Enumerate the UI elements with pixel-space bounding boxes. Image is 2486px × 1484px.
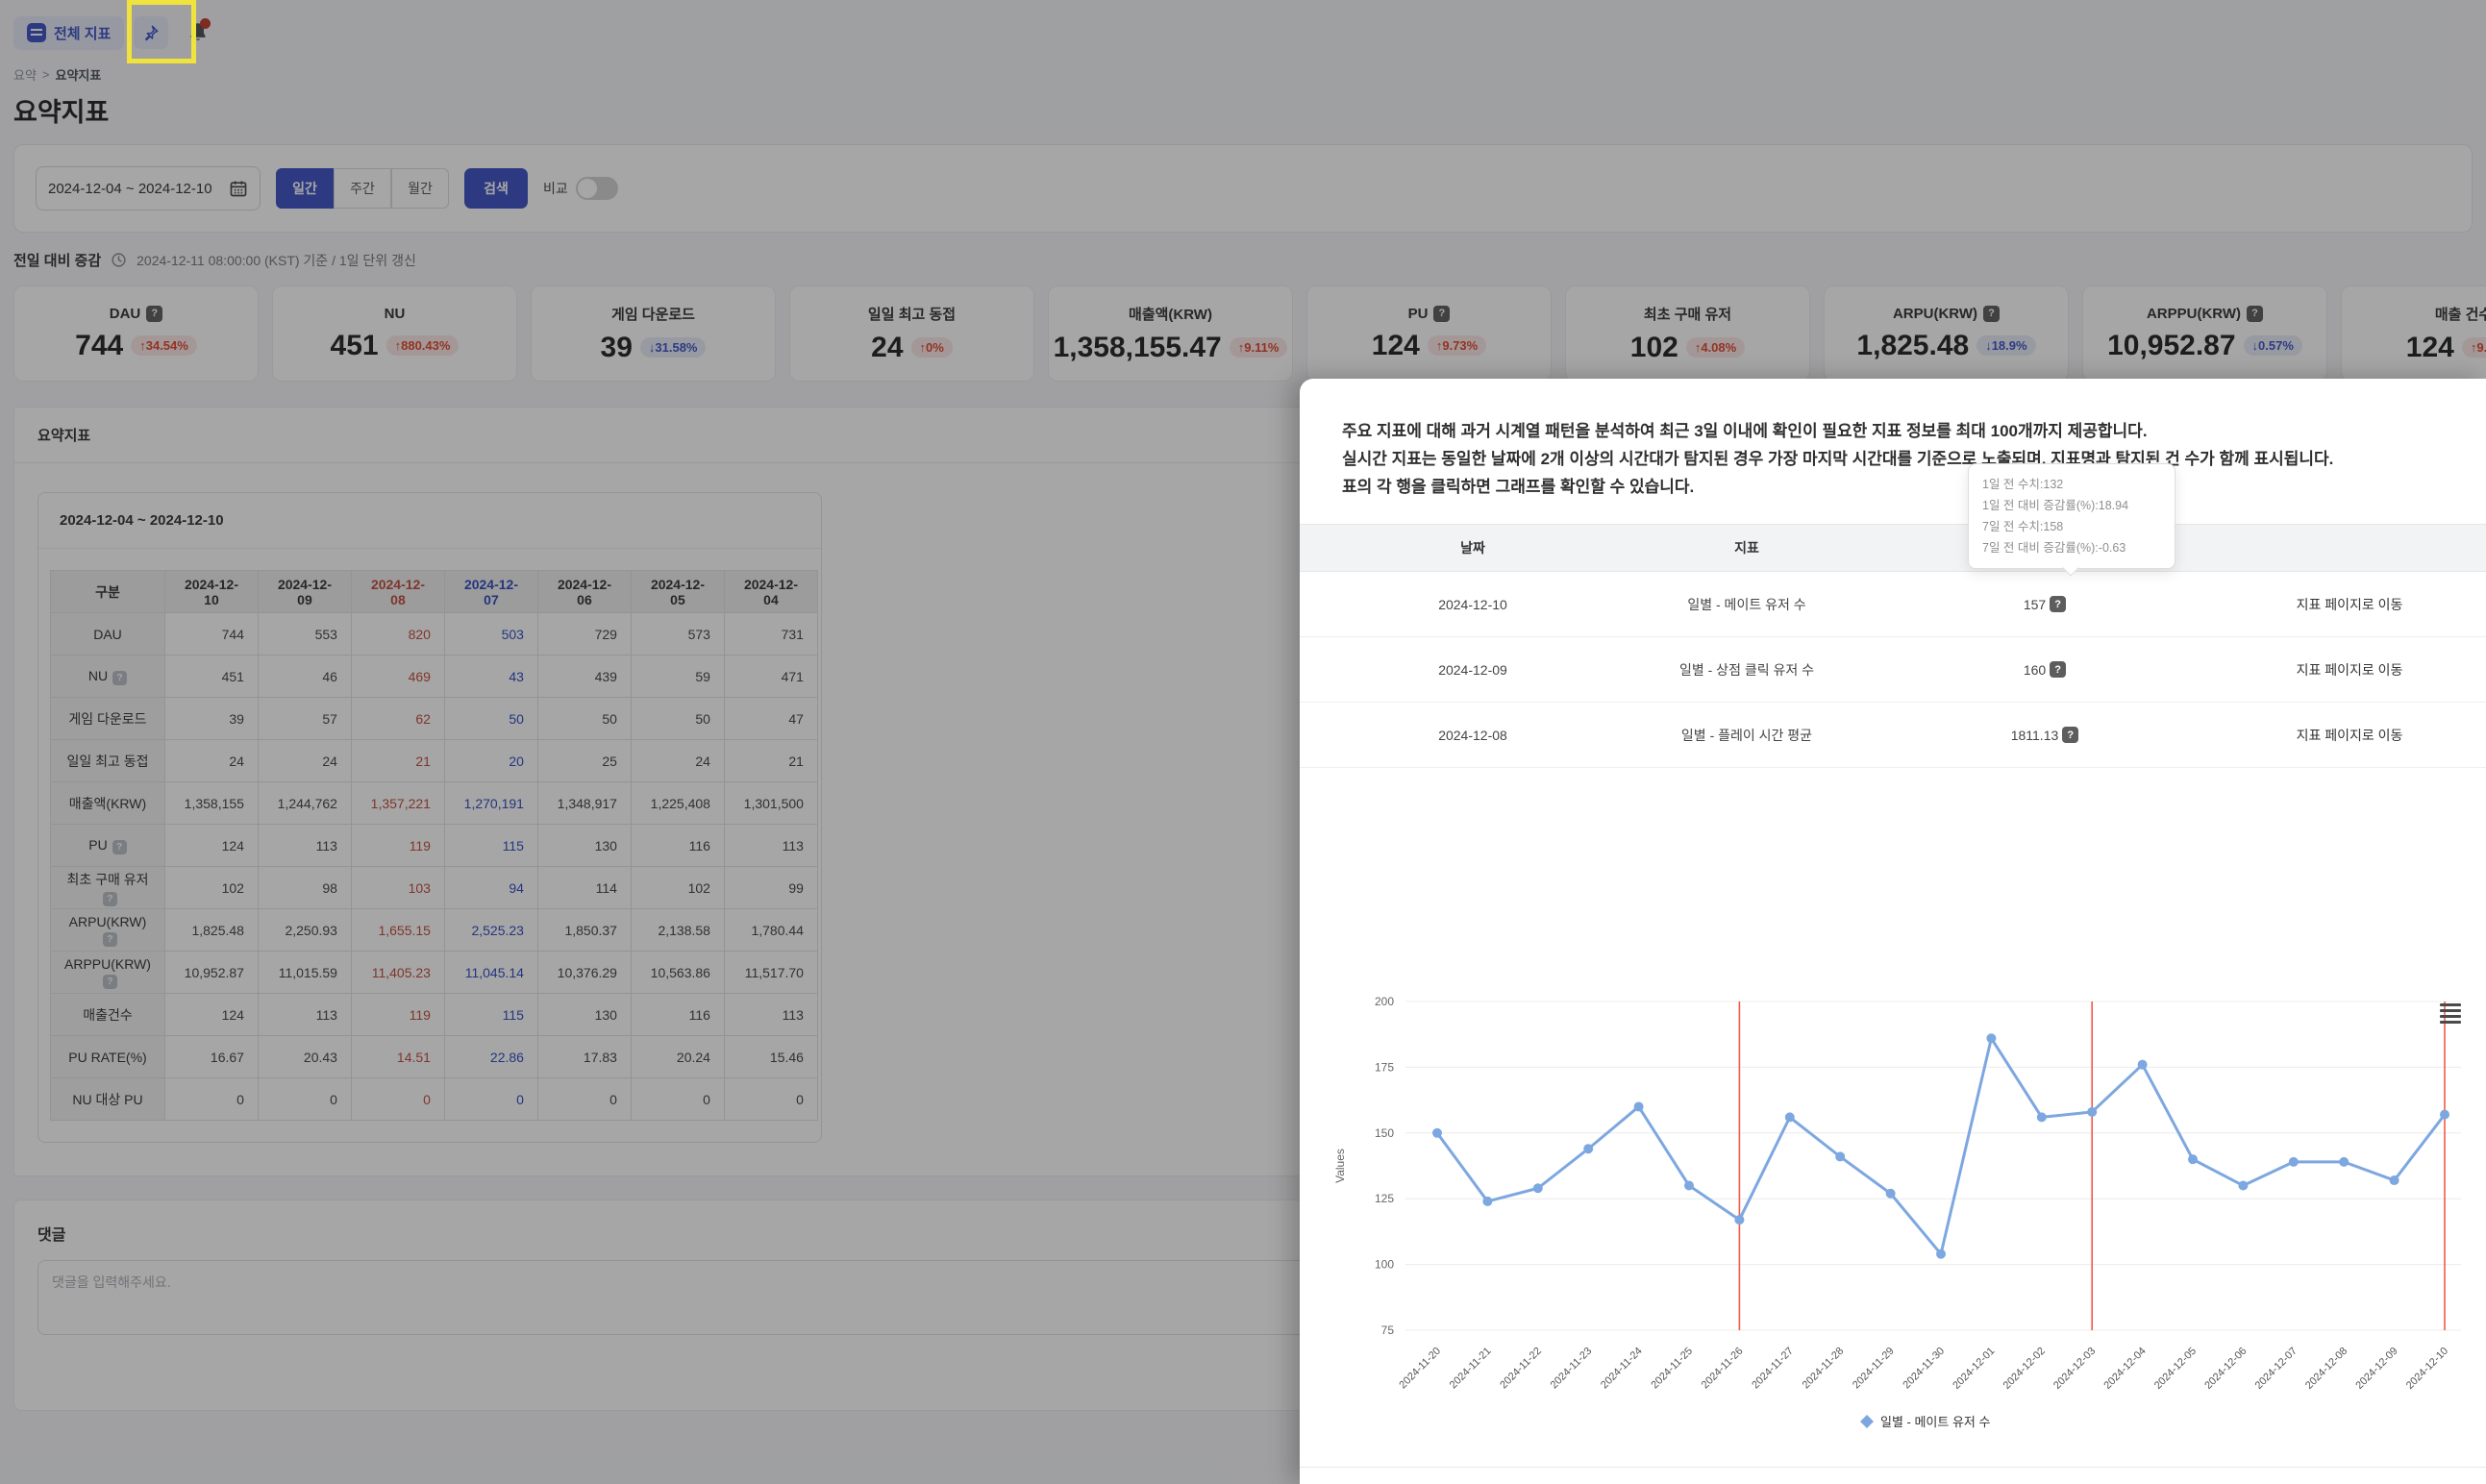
chart-menu-icon[interactable] bbox=[2440, 1003, 2461, 1024]
insight-row[interactable]: 2024-12-10 일별 - 메이트 유저 수 157? 지표 페이지로 이동 bbox=[1300, 572, 2486, 637]
insight-row-action: 지표 페이지로 이동 bbox=[2213, 660, 2486, 680]
tooltip-line: 7일 전 수치:158 bbox=[1982, 520, 2064, 533]
svg-text:100: 100 bbox=[1375, 1258, 1394, 1272]
insight-description-line: 표의 각 행을 클릭하면 그래프를 확인할 수 있습니다. bbox=[1342, 478, 1695, 496]
insight-row-metric: 일별 - 상점 클릭 유저 수 bbox=[1678, 661, 1815, 678]
data-point[interactable] bbox=[2036, 1112, 2047, 1123]
value-number: 1811.13 bbox=[2010, 727, 2059, 743]
data-point[interactable] bbox=[1986, 1033, 1997, 1044]
insight-panel: 주요 지표에 대해 과거 시계열 패턴을 분석하여 최근 3일 이내에 확인이 … bbox=[1300, 379, 2486, 1484]
x-axis-label: 2024-12-10 bbox=[2404, 1346, 2450, 1392]
insight-col-date: 날짜 bbox=[1460, 540, 1485, 556]
insight-row-metric: 일별 - 플레이 시간 평균 bbox=[1680, 727, 1813, 743]
x-axis-label: 2024-12-08 bbox=[2303, 1346, 2349, 1392]
svg-text:Values: Values bbox=[1333, 1149, 1347, 1183]
data-point[interactable] bbox=[1835, 1151, 1846, 1162]
x-axis-label: 2024-12-05 bbox=[2152, 1346, 2199, 1392]
insight-row-value-cell: 160? bbox=[1877, 661, 2213, 678]
x-axis-label: 2024-11-29 bbox=[1851, 1346, 1897, 1392]
data-point[interactable] bbox=[1885, 1188, 1896, 1199]
data-point[interactable] bbox=[2087, 1106, 2098, 1117]
trend-chart-svg: 75100125150175200Values2024-11-20 2024-11… bbox=[1333, 995, 2461, 1429]
insight-row-date: 2024-12-08 bbox=[1438, 727, 1507, 743]
x-axis-label: 2024-12-07 bbox=[2253, 1346, 2300, 1392]
insight-description-line: 주요 지표에 대해 과거 시계열 패턴을 분석하여 최근 3일 이내에 확인이 … bbox=[1342, 422, 2148, 440]
insight-table: 날짜 지표 2024-12-10 일별 - 메이트 유저 수 157? 지표 페이지로… bbox=[1300, 524, 2486, 768]
insight-description: 주요 지표에 대해 과거 시계열 패턴을 분석하여 최근 3일 이내에 확인이 … bbox=[1300, 379, 2486, 501]
help-icon[interactable]: ? bbox=[2050, 596, 2067, 612]
insight-row-value-cell: 1811.13? bbox=[1877, 727, 2213, 743]
insight-row-value: 160? bbox=[2023, 661, 2067, 678]
data-point[interactable] bbox=[1633, 1101, 1644, 1112]
goto-metric-link[interactable]: 지표 페이지로 이동 bbox=[2297, 597, 2403, 612]
data-point[interactable] bbox=[2188, 1154, 2198, 1165]
x-axis-label: 2024-12-03 bbox=[2051, 1346, 2098, 1392]
x-axis-label: 2024-12-04 bbox=[2101, 1346, 2148, 1392]
tooltip-line: 1일 전 대비 증감률(%):18.94 bbox=[1982, 499, 2129, 512]
insight-row-value: 1811.13? bbox=[2011, 727, 2079, 743]
x-axis-label: 2024-12-06 bbox=[2202, 1346, 2249, 1392]
insight-table-header: 날짜 지표 bbox=[1300, 524, 2486, 572]
help-icon[interactable]: ? bbox=[2062, 727, 2079, 743]
data-point[interactable] bbox=[1936, 1249, 1946, 1259]
x-axis-label: 2024-11-27 bbox=[1750, 1346, 1796, 1392]
insight-row[interactable]: 2024-12-09 일별 - 상점 클릭 유저 수 160? 지표 페이지로 이동 bbox=[1300, 637, 2486, 703]
legend-label[interactable]: 일별 - 메이트 유저 수 bbox=[1880, 1415, 1990, 1429]
data-point[interactable] bbox=[1583, 1144, 1594, 1154]
insight-row-date: 2024-12-10 bbox=[1438, 596, 1507, 612]
data-point[interactable] bbox=[1432, 1127, 1442, 1138]
data-point[interactable] bbox=[2339, 1156, 2349, 1167]
data-point[interactable] bbox=[1482, 1196, 1493, 1206]
value-number: 157 bbox=[2023, 596, 2047, 612]
insight-row-value-cell: 157? bbox=[1877, 596, 2213, 612]
legend-marker bbox=[1860, 1415, 1874, 1428]
data-point[interactable] bbox=[1684, 1180, 1694, 1191]
insight-row-value: 157? bbox=[2023, 596, 2067, 612]
tooltip-line: 1일 전 수치:132 bbox=[1982, 478, 2064, 491]
data-point[interactable] bbox=[1734, 1215, 1745, 1225]
data-point[interactable] bbox=[2389, 1175, 2399, 1186]
x-axis-label: 2024-11-25 bbox=[1649, 1346, 1695, 1392]
x-axis-label: 2024-11-26 bbox=[1700, 1346, 1746, 1392]
insight-row-action: 지표 페이지로 이동 bbox=[2213, 726, 2486, 745]
trend-chart: 75 100 125 150 175 200 Values 2024-11-20 2024-11… bbox=[1329, 984, 2486, 1465]
x-axis-label: 2024-11-28 bbox=[1801, 1346, 1847, 1392]
tooltip-line: 7일 전 대비 증감률(%):-0.63 bbox=[1982, 541, 2126, 555]
x-axis-label: 2024-11-24 bbox=[1599, 1346, 1645, 1392]
help-icon[interactable]: ? bbox=[2050, 661, 2067, 678]
insight-row-date: 2024-12-09 bbox=[1438, 661, 1507, 678]
x-axis-label: 2024-12-09 bbox=[2353, 1346, 2399, 1392]
data-point[interactable] bbox=[2238, 1180, 2249, 1191]
svg-text:125: 125 bbox=[1375, 1192, 1394, 1205]
svg-text:75: 75 bbox=[1381, 1323, 1395, 1337]
value-number: 160 bbox=[2023, 661, 2047, 678]
x-axis-label: 2024-12-02 bbox=[2001, 1346, 2048, 1392]
svg-text:200: 200 bbox=[1375, 995, 1394, 1008]
goto-metric-link[interactable]: 지표 페이지로 이동 bbox=[2297, 662, 2403, 678]
value-tooltip: 1일 전 수치:132 1일 전 대비 증감률(%):18.94 7일 전 수치:1… bbox=[1968, 463, 2175, 577]
annotation-highlight-box bbox=[127, 0, 196, 63]
insight-description-line: 실시간 지표는 동일한 날짜에 2개 이상의 시간대가 탐지된 경우 가장 마지… bbox=[1342, 450, 2334, 468]
x-axis-label: 2024-11-20 bbox=[1397, 1346, 1443, 1392]
insight-row[interactable]: 2024-12-08 일별 - 플레이 시간 평균 1811.13? 지표 페이지로 … bbox=[1300, 703, 2486, 768]
data-point[interactable] bbox=[2440, 1109, 2449, 1120]
insight-row-action: 지표 페이지로 이동 bbox=[2213, 595, 2486, 614]
data-point[interactable] bbox=[1784, 1112, 1795, 1123]
goto-metric-link[interactable]: 지표 페이지로 이동 bbox=[2297, 728, 2403, 743]
svg-text:175: 175 bbox=[1375, 1060, 1394, 1074]
x-axis-label: 2024-12-01 bbox=[1951, 1346, 1997, 1392]
data-point[interactable] bbox=[2288, 1156, 2299, 1167]
x-axis-label: 2024-11-22 bbox=[1498, 1346, 1544, 1392]
x-axis-label: 2024-11-30 bbox=[1901, 1346, 1947, 1392]
svg-text:150: 150 bbox=[1375, 1126, 1394, 1140]
panel-divider bbox=[1300, 1467, 2486, 1468]
insight-row-metric: 일별 - 메이트 유저 수 bbox=[1687, 596, 1806, 612]
data-point[interactable] bbox=[2137, 1059, 2148, 1070]
data-point[interactable] bbox=[1532, 1183, 1543, 1194]
x-axis-label: 2024-11-21 bbox=[1448, 1346, 1494, 1392]
x-axis-label: 2024-11-23 bbox=[1549, 1346, 1595, 1392]
insight-col-metric: 지표 bbox=[1734, 540, 1759, 556]
